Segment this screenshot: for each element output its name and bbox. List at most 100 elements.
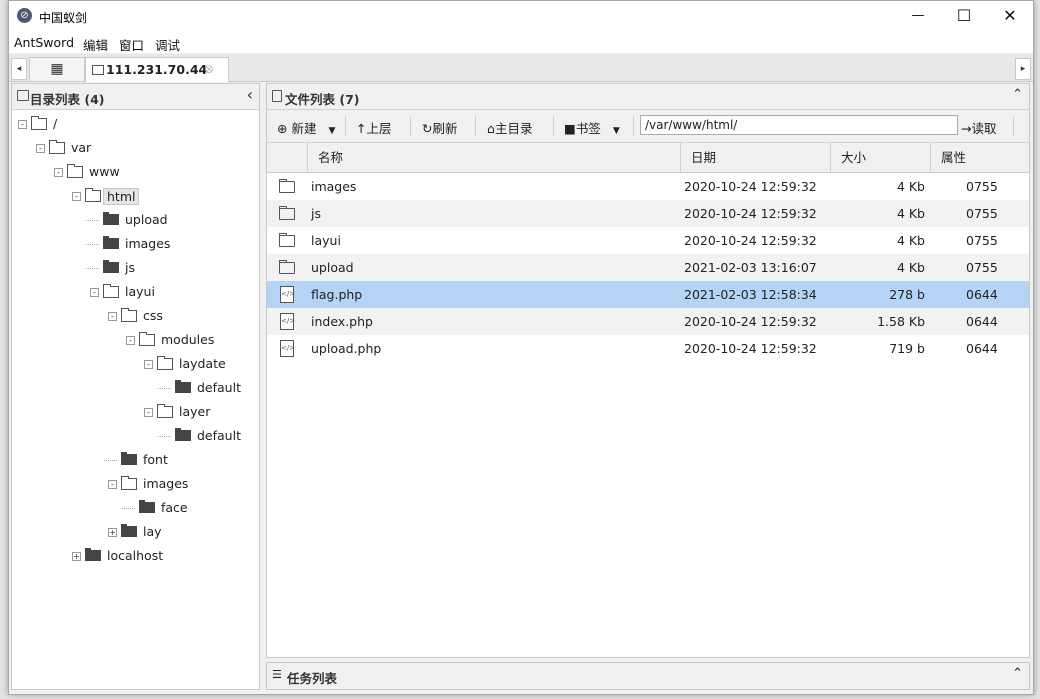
file-row[interactable]: </> upload.php 2020-10-24 12:59:32 719 b 064… bbox=[267, 335, 1029, 362]
antsword-window: ⊘ 中国蚁剑 — ☐ ✕ AntSword 编辑 窗口 调试 ◂ ▦ 111.2… bbox=[8, 0, 1034, 695]
tree-node[interactable]: - modules bbox=[12, 331, 252, 349]
tree-node[interactable]: - var bbox=[12, 139, 252, 157]
directory-panel: 目录列表 (4) ‹ - / - var - www - html upload images js… bbox=[11, 83, 260, 690]
tree-node[interactable]: - images bbox=[12, 475, 252, 493]
tree-node[interactable]: + localhost bbox=[12, 547, 252, 565]
collapse-icon[interactable]: - bbox=[18, 120, 27, 129]
file-grid-header: 名称 日期 大小 属性 bbox=[267, 143, 1029, 173]
file-toolbar: ⊕ 新建 ▼ ↑上层 ↻刷新 ⌂主目录 ■书签 ▼ /var/www/html/… bbox=[267, 110, 1029, 143]
tree-node[interactable]: + lay bbox=[12, 523, 252, 541]
file-row[interactable]: upload 2021-02-03 13:16:07 4 Kb 0755 bbox=[267, 254, 1029, 281]
tree-node[interactable]: - www bbox=[12, 163, 252, 181]
tree-connector bbox=[158, 388, 171, 389]
collapse-icon[interactable]: - bbox=[108, 312, 117, 321]
file-date-cell: 2020-10-24 12:59:32 bbox=[684, 314, 817, 329]
antsword-logo-icon: ⊘ bbox=[17, 8, 32, 23]
expand-icon[interactable]: + bbox=[72, 552, 81, 561]
collapse-icon[interactable]: - bbox=[126, 336, 135, 345]
bookmark-button[interactable]: ■书签 ▼ bbox=[564, 118, 620, 137]
tree-connector bbox=[158, 436, 171, 437]
tab-scroll-right-button[interactable]: ▸ bbox=[1015, 58, 1031, 80]
collapse-icon[interactable]: - bbox=[36, 144, 45, 153]
tree-node[interactable]: - laydate bbox=[12, 355, 252, 373]
tree-node[interactable]: - layer bbox=[12, 403, 252, 421]
tree-node[interactable]: upload bbox=[12, 211, 252, 229]
column-attr[interactable]: 属性 bbox=[930, 143, 1029, 172]
file-size-cell: 4 Kb bbox=[896, 206, 925, 221]
menu-edit[interactable]: 编辑 bbox=[83, 35, 108, 54]
folder-icon bbox=[103, 236, 119, 249]
tree-node-label: laydate bbox=[179, 356, 226, 371]
tree-node[interactable]: - / bbox=[12, 115, 252, 133]
task-panel-header[interactable]: ☰ 任务列表 ⌃ bbox=[266, 662, 1030, 690]
maximize-button[interactable]: ☐ bbox=[941, 1, 987, 31]
file-row[interactable]: layui 2020-10-24 12:59:32 4 Kb 0755 bbox=[267, 227, 1029, 254]
file-size-cell: 4 Kb bbox=[896, 260, 925, 275]
column-name[interactable]: 名称 bbox=[307, 143, 680, 172]
expand-up-icon[interactable]: ⌃ bbox=[1012, 666, 1023, 681]
tab-bar: ◂ ▦ 111.231.70.44 ⊗ ▸ bbox=[9, 54, 1033, 82]
column-size[interactable]: 大小 bbox=[830, 143, 930, 172]
folder-open-icon bbox=[139, 332, 155, 346]
column-date[interactable]: 日期 bbox=[680, 143, 830, 172]
file-icon bbox=[272, 90, 282, 102]
tree-node[interactable]: default bbox=[12, 379, 252, 397]
collapse-icon[interactable]: - bbox=[72, 192, 81, 201]
title-bar: ⊘ 中国蚁剑 — ☐ ✕ bbox=[9, 1, 1033, 31]
refresh-button[interactable]: ↻刷新 bbox=[422, 118, 458, 137]
arrow-right-icon: → bbox=[961, 121, 972, 136]
file-row[interactable]: images 2020-10-24 12:59:32 4 Kb 0755 bbox=[267, 173, 1029, 200]
menu-window[interactable]: 窗口 bbox=[119, 35, 144, 54]
folder-open-icon bbox=[121, 476, 137, 490]
tree-node[interactable]: - html bbox=[12, 187, 252, 205]
refresh-icon: ↻ bbox=[422, 121, 433, 136]
new-button[interactable]: ⊕ 新建 ▼ bbox=[277, 118, 335, 137]
plus-circle-icon: ⊕ bbox=[277, 121, 288, 136]
collapse-icon[interactable]: - bbox=[54, 168, 63, 177]
tree-node[interactable]: - css bbox=[12, 307, 252, 325]
folder-open-icon bbox=[121, 308, 137, 322]
tab-host[interactable]: 111.231.70.44 ⊗ bbox=[85, 57, 229, 82]
collapse-icon[interactable]: - bbox=[144, 360, 153, 369]
file-row[interactable]: js 2020-10-24 12:59:32 4 Kb 0755 bbox=[267, 200, 1029, 227]
tree-node[interactable]: js bbox=[12, 259, 252, 277]
tree-node-label: layui bbox=[125, 284, 155, 299]
tree-node-label: upload bbox=[125, 212, 168, 227]
menu-debug[interactable]: 调试 bbox=[155, 35, 180, 54]
expand-icon[interactable]: + bbox=[108, 528, 117, 537]
menu-antsword[interactable]: AntSword bbox=[14, 35, 74, 50]
chevron-down-icon: ▼ bbox=[612, 126, 620, 136]
file-panel: 文件列表 (7) ⌃ ⊕ 新建 ▼ ↑上层 ↻刷新 ⌂主目录 ■书签 ▼ /va… bbox=[266, 83, 1030, 658]
collapse-icon[interactable]: - bbox=[108, 480, 117, 489]
tree-node[interactable]: default bbox=[12, 427, 252, 445]
minimize-button[interactable]: — bbox=[895, 1, 941, 31]
folder-open-icon bbox=[67, 164, 83, 178]
panel-splitter[interactable] bbox=[260, 83, 264, 689]
file-row[interactable]: </> index.php 2020-10-24 12:59:32 1.58 Kb 06… bbox=[267, 308, 1029, 335]
collapse-icon[interactable]: - bbox=[90, 288, 99, 297]
file-name-cell: images bbox=[311, 179, 357, 194]
tab-home[interactable]: ▦ bbox=[29, 57, 85, 81]
tab-close-icon[interactable]: ⊗ bbox=[204, 62, 214, 76]
collapse-icon[interactable]: - bbox=[144, 408, 153, 417]
close-button[interactable]: ✕ bbox=[987, 1, 1033, 31]
tree-node-label: font bbox=[143, 452, 168, 467]
folder-icon bbox=[121, 452, 137, 465]
collapse-up-icon[interactable]: ⌃ bbox=[1012, 87, 1023, 102]
file-row[interactable]: </> flag.php 2021-02-03 12:58:34 278 b 0644 bbox=[267, 281, 1029, 308]
path-input[interactable] bbox=[640, 115, 958, 135]
tree-node-label: www bbox=[89, 164, 120, 179]
file-date-cell: 2021-02-03 12:58:34 bbox=[684, 287, 817, 302]
home-dir-button[interactable]: ⌂主目录 bbox=[487, 118, 532, 137]
tree-node[interactable]: font bbox=[12, 451, 252, 469]
tab-scroll-left-button[interactable]: ◂ bbox=[11, 58, 27, 80]
tree-node-label: default bbox=[197, 428, 241, 443]
arrow-up-icon: ↑ bbox=[356, 121, 367, 136]
read-button[interactable]: →读取 bbox=[961, 118, 997, 137]
up-level-button[interactable]: ↑上层 bbox=[356, 118, 392, 137]
tree-node[interactable]: images bbox=[12, 235, 252, 253]
tree-node[interactable]: face bbox=[12, 499, 252, 517]
collapse-left-icon[interactable]: ‹ bbox=[247, 85, 253, 104]
file-date-cell: 2020-10-24 12:59:32 bbox=[684, 206, 817, 221]
tree-node[interactable]: - layui bbox=[12, 283, 252, 301]
